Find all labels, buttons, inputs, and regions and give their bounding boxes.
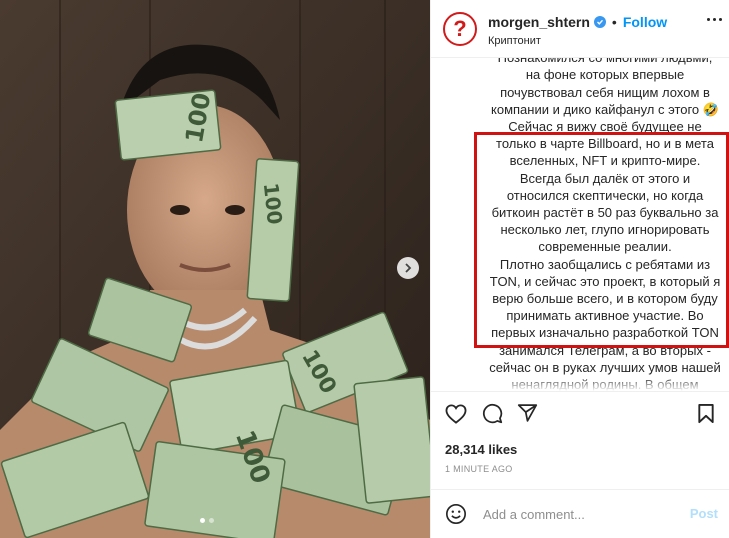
emoji-icon[interactable] xyxy=(445,503,467,525)
post-comment-button[interactable]: Post xyxy=(690,506,718,521)
post-timestamp[interactable]: 1 MINUTE AGO xyxy=(445,464,513,474)
follow-button[interactable]: Follow xyxy=(623,14,667,30)
post-actions: 28,314 likes 1 MINUTE AGO xyxy=(431,391,729,481)
location-link[interactable]: Криптонит xyxy=(488,35,541,47)
comment-bar: Post xyxy=(431,489,729,538)
carousel-dot-active xyxy=(200,518,205,523)
comment-input[interactable] xyxy=(481,502,685,526)
caption-text: очередную цепь, тачку или дом) Познакоми… xyxy=(489,58,721,391)
caption-scroll-area[interactable]: очередную цепь, тачку или дом) Познакоми… xyxy=(431,58,729,391)
user-row: morgen_shtern • Follow xyxy=(488,14,667,30)
question-mark-logo: ? xyxy=(453,16,467,41)
username-link[interactable]: morgen_shtern xyxy=(488,14,590,30)
svg-text:100: 100 xyxy=(259,182,287,226)
post-details-panel: ? morgen_shtern • Follow Криптонит очере… xyxy=(430,0,729,538)
more-options-icon[interactable] xyxy=(707,18,722,21)
photo-image: 100 100 100 100 xyxy=(0,0,430,538)
likes-count[interactable]: 28,314 likes xyxy=(445,442,517,457)
post-header: ? morgen_shtern • Follow Криптонит xyxy=(431,0,729,58)
separator-dot: • xyxy=(611,14,617,30)
carousel-dot xyxy=(209,518,214,523)
caption-paragraph: очередную цепь, тачку или дом) Познакоми… xyxy=(491,58,719,117)
send-icon[interactable] xyxy=(517,403,538,423)
comment-icon[interactable] xyxy=(482,403,503,424)
verified-badge-icon xyxy=(593,16,606,28)
caption-paragraph: Сейчас я вижу своё будущее не только в ч… xyxy=(491,119,719,255)
heart-icon[interactable] xyxy=(445,404,467,424)
caption-fade xyxy=(431,376,729,391)
chevron-right-icon xyxy=(405,263,412,273)
carousel-next-button[interactable] xyxy=(397,257,419,279)
post-photo[interactable]: 100 100 100 100 xyxy=(0,0,430,538)
carousel-indicator xyxy=(200,518,214,523)
caption-paragraph: Плотно заобщались с ребятами из TON, и с… xyxy=(489,256,721,391)
bookmark-icon[interactable] xyxy=(697,403,715,424)
avatar[interactable]: ? xyxy=(443,12,477,46)
